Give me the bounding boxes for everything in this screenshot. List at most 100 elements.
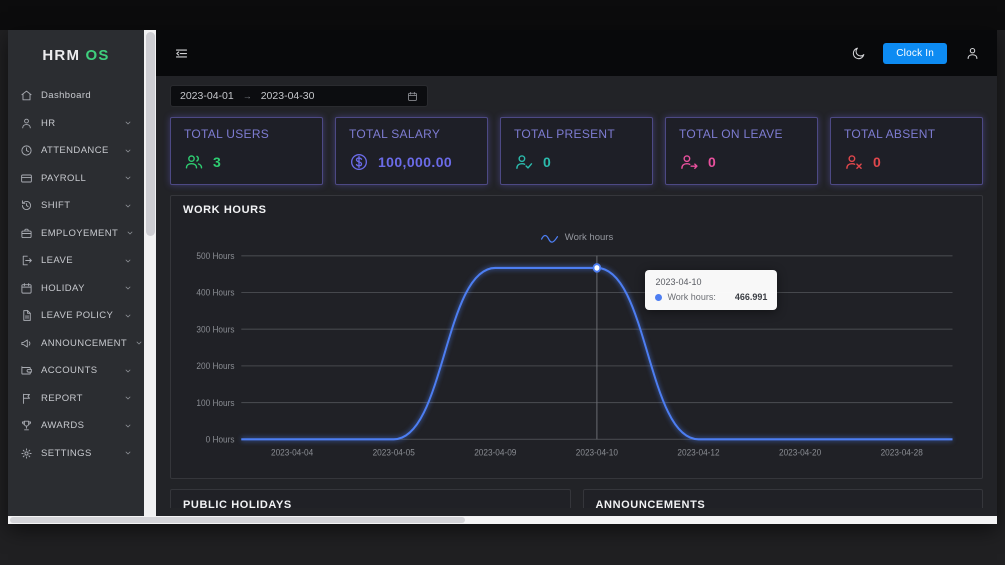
sidebar-item-label: SHIFT (41, 200, 71, 212)
users-icon (184, 152, 204, 172)
clock-icon (20, 144, 33, 157)
announcements-title: ANNOUNCEMENTS (595, 499, 706, 508)
svg-text:300 Hours: 300 Hours (196, 324, 235, 335)
chevron-down-icon (124, 312, 132, 320)
time-icon (20, 199, 33, 212)
chevron-down-icon (124, 202, 132, 210)
sidebar: HRM OS Dashboard HR ATTENDANCE PAYROLL S… (8, 30, 144, 516)
chart-legend-label: Work hours (564, 232, 614, 243)
chevron-down-icon (124, 257, 132, 265)
svg-text:100 Hours: 100 Hours (196, 397, 235, 408)
home-icon (20, 89, 33, 102)
logo-primary: HRM (42, 47, 81, 64)
bottom-panels: PUBLIC HOLIDAYS ANNOUNCEMENTS (170, 489, 983, 508)
dashboard-content: 2023-04-01 → 2023-04-30 TOTAL USERS 3 TO… (156, 76, 997, 516)
work-hours-chart[interactable]: 0 Hours 100 Hours 200 Hours 300 Hours 400 Ho… (183, 245, 970, 476)
sidebar-scrollbar[interactable] (144, 30, 156, 516)
sidebar-item-payroll[interactable]: PAYROLL (8, 165, 144, 193)
sidebar-item-label: HOLIDAY (41, 282, 85, 294)
theme-toggle-button[interactable] (849, 44, 867, 62)
topbar: Clock In (156, 30, 997, 76)
svg-text:400 Hours: 400 Hours (196, 287, 235, 298)
sidebar-item-awards[interactable]: AWARDS (8, 412, 144, 440)
sidebar-scrollbar-thumb[interactable] (145, 32, 155, 237)
sidebar-item-report[interactable]: REPORT (8, 385, 144, 413)
sidebar-item-label: LEAVE (41, 255, 73, 267)
main-area: Clock In 2023-04-01 → 2023-04-30 TOTAL U… (156, 30, 997, 516)
public-holidays-title: PUBLIC HOLIDAYS (183, 499, 292, 508)
sidebar-item-accounts[interactable]: ACCOUNTS (8, 357, 144, 385)
svg-text:200 Hours: 200 Hours (196, 361, 235, 372)
document-icon (20, 309, 33, 322)
svg-text:2023-04-20: 2023-04-20 (779, 447, 821, 458)
chevron-down-icon (124, 147, 132, 155)
stat-card-total-salary: TOTAL SALARY 100,000.00 (335, 117, 488, 185)
desktop-background: HRM OS Dashboard HR ATTENDANCE PAYROLL S… (0, 0, 1005, 565)
date-start: 2023-04-01 (180, 90, 234, 102)
sidebar-item-label: ANNOUNCEMENT (41, 337, 128, 349)
stats-row: TOTAL USERS 3 TOTAL SALARY 100,000.00 TO… (170, 117, 983, 185)
announcements-panel: ANNOUNCEMENTS (582, 489, 983, 508)
horizontal-scrollbar[interactable] (8, 516, 997, 524)
stat-card-title: TOTAL ON LEAVE (679, 127, 783, 141)
sidebar-item-leave[interactable]: LEAVE (8, 247, 144, 275)
leave-icon (20, 254, 33, 267)
calendar-icon (20, 282, 33, 295)
chart-area[interactable]: 0 Hours 100 Hours 200 Hours 300 Hours 400 Ho… (183, 245, 970, 476)
chevron-down-icon (126, 229, 134, 237)
user-icon (965, 46, 980, 61)
svg-text:2023-04-12: 2023-04-12 (677, 447, 719, 458)
sidebar-item-label: ACCOUNTS (41, 365, 98, 377)
moon-icon (851, 46, 866, 61)
sidebar-item-leave-policy[interactable]: LEAVE POLICY (8, 302, 144, 330)
sidebar-item-label: LEAVE POLICY (41, 310, 114, 322)
chart-legend[interactable]: Work hours (183, 232, 970, 243)
user-leave-icon (679, 152, 699, 172)
date-end: 2023-04-30 (260, 90, 315, 102)
user-icon (20, 117, 33, 130)
sidebar-item-announcement[interactable]: ANNOUNCEMENT (8, 330, 144, 358)
line-series-icon (540, 234, 558, 243)
user-x-icon (844, 152, 864, 172)
sidebar-item-employement[interactable]: EMPLOYEMENT (8, 220, 144, 248)
stat-card-value: 3 (213, 154, 222, 170)
clock-in-button[interactable]: Clock In (883, 42, 947, 64)
sidebar-item-attendance[interactable]: ATTENDANCE (8, 137, 144, 165)
chevron-down-icon (124, 394, 132, 402)
sidebar-toggle-button[interactable] (172, 44, 190, 62)
sidebar-item-label: AWARDS (41, 420, 85, 432)
stat-card-total-present: TOTAL PRESENT 0 (500, 117, 653, 185)
calendar-icon (407, 91, 418, 102)
sidebar-item-label: SETTINGS (41, 447, 92, 459)
date-range-input[interactable]: 2023-04-01 → 2023-04-30 (170, 85, 428, 107)
sidebar-item-holiday[interactable]: HOLIDAY (8, 275, 144, 303)
stat-card-total-absent: TOTAL ABSENT 0 (830, 117, 983, 185)
credit-card-icon (20, 172, 33, 185)
sidebar-nav: Dashboard HR ATTENDANCE PAYROLL SHIFT EM… (8, 77, 144, 516)
stat-card-value: 100,000.00 (378, 154, 453, 170)
megaphone-icon (20, 337, 33, 350)
profile-button[interactable] (963, 44, 981, 62)
svg-text:2023-04-10: 2023-04-10 (576, 447, 618, 458)
logo-accent: OS (85, 47, 110, 64)
dollar-circle-icon (349, 152, 369, 172)
sidebar-item-label: PAYROLL (41, 172, 87, 184)
svg-text:500 Hours: 500 Hours (196, 251, 235, 262)
stat-card-title: TOTAL ABSENT (844, 127, 936, 141)
svg-text:2023-04-28: 2023-04-28 (881, 447, 923, 458)
sidebar-item-hr[interactable]: HR (8, 110, 144, 138)
stat-card-title: TOTAL SALARY (349, 127, 441, 141)
horizontal-scrollbar-thumb[interactable] (10, 517, 465, 523)
svg-text:2023-04-04: 2023-04-04 (271, 447, 313, 458)
award-icon (20, 419, 33, 432)
chevron-down-icon (124, 449, 132, 457)
sidebar-item-shift[interactable]: SHIFT (8, 192, 144, 220)
svg-text:2023-04-09: 2023-04-09 (474, 447, 516, 458)
arrow-right-icon: → (242, 91, 252, 101)
sidebar-item-label: EMPLOYEMENT (41, 227, 119, 239)
sidebar-item-settings[interactable]: SETTINGS (8, 440, 144, 468)
wallet-icon (20, 364, 33, 377)
chevron-down-icon (124, 284, 132, 292)
sidebar-item-dashboard[interactable]: Dashboard (8, 82, 144, 110)
chevron-down-icon (135, 339, 143, 347)
